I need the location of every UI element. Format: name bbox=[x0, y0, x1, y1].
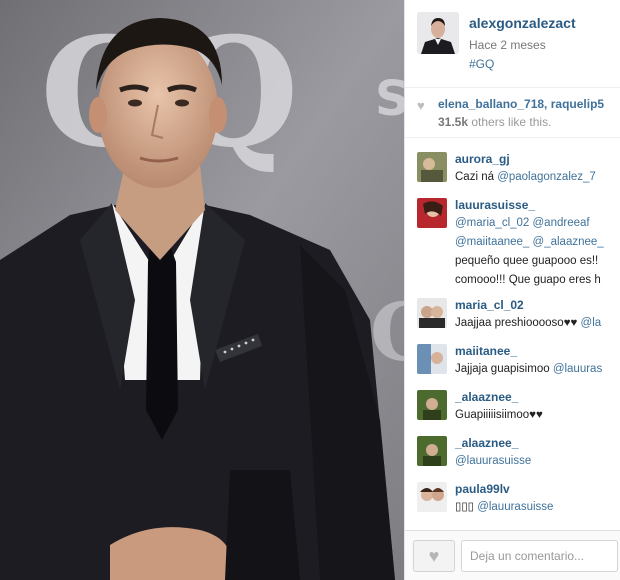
commenter-avatar[interactable] bbox=[417, 390, 447, 420]
comment-username[interactable]: _alaaznee_ bbox=[455, 390, 518, 404]
post-header: alexgonzalezact Hace 2 meses #GQ bbox=[405, 0, 620, 88]
author-username[interactable]: alexgonzalezact bbox=[469, 15, 576, 31]
commenter-avatar[interactable] bbox=[417, 298, 447, 328]
comment-text-body: Cazi ná bbox=[455, 171, 498, 183]
comment-mention[interactable]: @la bbox=[581, 317, 602, 329]
author-avatar[interactable] bbox=[417, 12, 459, 54]
post-photo: GQ S C bbox=[0, 0, 404, 580]
like-count-number: 31.5k bbox=[438, 115, 469, 129]
post-detail-panel: alexgonzalezact Hace 2 meses #GQ ♥ elena… bbox=[404, 0, 620, 580]
commenter-avatar[interactable] bbox=[417, 344, 447, 374]
comments-list: aurora_gj Cazi ná @paolagonzalez_7 lauur… bbox=[405, 138, 620, 522]
commenter-avatar[interactable] bbox=[417, 152, 447, 182]
logo-fragment-2: C bbox=[370, 285, 404, 379]
photo-illustration: GQ S C bbox=[0, 0, 404, 580]
likes-section: ♥ elena_ballano_718, raquelip5 31.5k oth… bbox=[405, 88, 620, 138]
comment-text: pequeño quee guapooo es!! bbox=[455, 255, 599, 267]
comment-text: Jajjaja guapisimoo @lauuras bbox=[455, 360, 602, 379]
heart-icon: ♥ bbox=[428, 545, 440, 566]
like-button[interactable]: ♥ bbox=[413, 540, 455, 572]
comment-text-body: ▯▯▯ bbox=[455, 501, 478, 513]
comment-text-body: Jaajjaa preshiooooso♥♥ bbox=[455, 317, 581, 329]
comment-mention[interactable]: @lauurasuisse bbox=[477, 501, 553, 513]
comment-mention[interactable]: @lauurasuisse bbox=[455, 452, 531, 471]
commenter-avatar[interactable] bbox=[417, 198, 447, 228]
heart-icon: ♥ bbox=[417, 98, 425, 113]
comment-text: Guapiiiiisiimoo♥♥ bbox=[455, 409, 543, 421]
comment-text: Cazi ná @paolagonzalez_7 bbox=[455, 168, 596, 187]
commenter-avatar[interactable] bbox=[417, 436, 447, 466]
comment-mention[interactable]: @paolagonzalez_7 bbox=[497, 171, 596, 183]
comment-text: comooo!!! Que guapo eres h bbox=[455, 274, 601, 286]
comment-footer: ♥ bbox=[405, 530, 620, 580]
comment-mention[interactable]: @lauuras bbox=[553, 363, 602, 375]
comment-username[interactable]: vankisrl bbox=[455, 520, 500, 522]
comment-username[interactable]: maiitanee_ bbox=[455, 344, 517, 358]
post-timestamp[interactable]: Hace 2 meses bbox=[469, 38, 546, 52]
comment-input[interactable] bbox=[461, 540, 618, 572]
commenter-avatar[interactable] bbox=[417, 482, 447, 512]
comment-text: Jaajjaa preshiooooso♥♥ @la bbox=[455, 314, 601, 333]
likers-list[interactable]: elena_ballano_718, raquelip5 bbox=[438, 97, 604, 111]
comment-text: ▯▯▯ @lauurasuisse bbox=[455, 498, 553, 517]
comment-mention-line[interactable]: @maria_cl_02 @andreeaf bbox=[455, 214, 590, 233]
comment-username[interactable]: paula99lv bbox=[455, 482, 510, 496]
comment-username[interactable]: aurora_gj bbox=[455, 152, 510, 166]
comment-username[interactable]: _alaaznee_ bbox=[455, 436, 518, 450]
comment-mention-line[interactable]: @maiitaanee_ @_alaaznee_ bbox=[455, 233, 604, 252]
comment-username[interactable]: maria_cl_02 bbox=[455, 298, 524, 312]
like-count: 31.5k others like this. bbox=[438, 115, 551, 129]
comment-username[interactable]: lauurasuisse_ bbox=[455, 198, 535, 212]
logo-fragment: S bbox=[375, 71, 404, 127]
post-hashtag[interactable]: #GQ bbox=[469, 57, 494, 71]
comment-text-body: Jajjaja guapisimoo bbox=[455, 363, 553, 375]
like-count-suffix: others like this. bbox=[468, 115, 552, 129]
